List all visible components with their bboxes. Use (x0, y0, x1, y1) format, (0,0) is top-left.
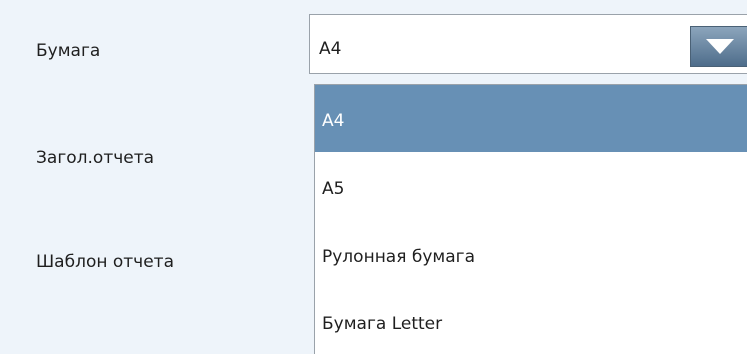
paper-option-a5[interactable]: A5 (315, 152, 747, 219)
paper-dropdown-list: A4 A5 Рулонная бумага Бумага Letter (314, 84, 747, 354)
paper-option-label: Рулонная бумага (322, 247, 475, 267)
paper-option-roll[interactable]: Рулонная бумага (315, 219, 747, 286)
paper-option-a4[interactable]: A4 (315, 85, 747, 152)
paper-option-letter[interactable]: Бумага Letter (315, 286, 747, 353)
paper-label: Бумага (36, 41, 101, 61)
paper-select-arrow-button[interactable] (690, 26, 747, 67)
paper-option-label: A4 (322, 111, 345, 131)
paper-select-value: A4 (319, 39, 342, 59)
paper-option-label: A5 (322, 179, 345, 199)
report-header-label: Загол.отчета (36, 148, 155, 168)
report-template-label: Шаблон отчета (36, 252, 174, 272)
paper-select[interactable]: A4 (309, 14, 747, 74)
paper-option-label: Бумага Letter (322, 314, 443, 334)
chevron-down-icon (706, 39, 734, 54)
settings-labels-panel: Бумага Загол.отчета Шаблон отчета (0, 0, 310, 347)
